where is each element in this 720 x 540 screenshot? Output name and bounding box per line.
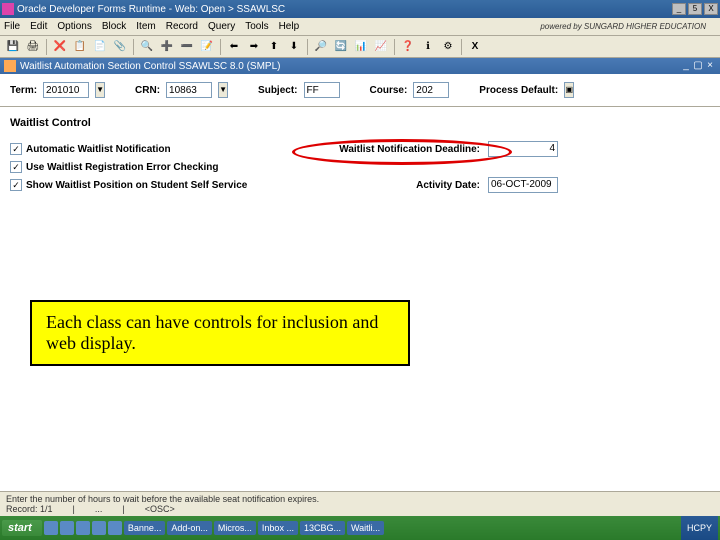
menu-query[interactable]: Query	[208, 21, 235, 32]
separator	[220, 39, 221, 55]
up-icon[interactable]: ⬆	[265, 38, 283, 56]
taskbar-item[interactable]: Add-on...	[167, 521, 212, 535]
remove-icon[interactable]: ➖	[178, 38, 196, 56]
course-input[interactable]	[413, 82, 449, 98]
term-label: Term:	[10, 85, 37, 96]
menu-edit[interactable]: Edit	[30, 21, 47, 32]
menu-bar: File Edit Options Block Item Record Quer…	[0, 18, 720, 36]
term-dropdown[interactable]: ▼	[95, 82, 105, 98]
info-icon[interactable]: ℹ	[419, 38, 437, 56]
auto-notification-label: Automatic Waitlist Notification	[26, 144, 171, 155]
start-button[interactable]: start	[2, 520, 42, 536]
activity-date-input[interactable]: 06-OCT-2009	[488, 177, 558, 193]
crn-label: CRN:	[135, 85, 160, 96]
next-icon[interactable]: ➡	[245, 38, 263, 56]
error-checking-label: Use Waitlist Registration Error Checking	[26, 162, 218, 173]
form-title: Waitlist Automation Section Control SSAW…	[20, 61, 280, 72]
app-icon	[2, 3, 14, 15]
content-area: ✓ Automatic Waitlist Notification Waitli…	[0, 135, 720, 237]
deadline-input[interactable]: 4	[488, 141, 558, 157]
report-icon[interactable]: 📊	[352, 38, 370, 56]
term-input[interactable]	[43, 82, 89, 98]
close-window-button[interactable]: X	[704, 3, 718, 15]
search-icon[interactable]: 🔍	[138, 38, 156, 56]
add-icon[interactable]: ➕	[158, 38, 176, 56]
subject-label: Subject:	[258, 85, 297, 96]
separator	[461, 39, 462, 55]
quick-launch-icon[interactable]	[92, 521, 106, 535]
crn-dropdown[interactable]: ▼	[218, 82, 228, 98]
toolbar: 💾 🖨 ❌ 📋 📄 📎 🔍 ➕ ➖ 📝 ⬅ ➡ ⬆ ⬇ 🔎 🔄 📊 📈 ❓ ℹ …	[0, 36, 720, 58]
quick-launch-icon[interactable]	[44, 521, 58, 535]
exit-icon[interactable]: ❌	[51, 38, 69, 56]
sub-restore-button[interactable]: 5	[688, 3, 702, 15]
quick-launch-icon[interactable]	[60, 521, 74, 535]
record-counter: Record: 1/1	[6, 504, 53, 514]
key-block: Term: ▼ CRN: ▼ Subject: Course: Process …	[0, 74, 720, 107]
process-default-label: Process Default:	[479, 85, 558, 96]
subject-input[interactable]	[304, 82, 340, 98]
menu-item[interactable]: Item	[136, 21, 155, 32]
taskbar-item[interactable]: Inbox ...	[258, 521, 298, 535]
separator	[307, 39, 308, 55]
menu-tools[interactable]: Tools	[245, 21, 268, 32]
rollback-icon[interactable]: 📋	[71, 38, 89, 56]
course-label: Course:	[370, 85, 408, 96]
menu-block[interactable]: Block	[102, 21, 126, 32]
separator	[394, 39, 395, 55]
menu-file[interactable]: File	[4, 21, 20, 32]
separator	[46, 39, 47, 55]
print-icon[interactable]: 🖨	[24, 38, 42, 56]
annotation-callout: Each class can have controls for inclusi…	[30, 300, 410, 366]
section-title: Waitlist Control	[0, 107, 720, 135]
brand-label: powered by SUNGARD HIGHER EDUCATION	[540, 22, 706, 31]
prev-icon[interactable]: ⬅	[225, 38, 243, 56]
activity-date-label: Activity Date:	[300, 180, 480, 191]
separator	[133, 39, 134, 55]
taskbar-item[interactable]: Micros...	[214, 521, 256, 535]
refresh-icon[interactable]: 🔄	[332, 38, 350, 56]
down-icon[interactable]: ⬇	[285, 38, 303, 56]
chart-icon[interactable]: 📈	[372, 38, 390, 56]
quick-launch-icon[interactable]	[108, 521, 122, 535]
select-icon[interactable]: 📄	[91, 38, 109, 56]
show-position-label: Show Waitlist Position on Student Self S…	[26, 180, 247, 191]
taskbar-item[interactable]: Waitli...	[347, 521, 384, 535]
save-icon[interactable]: 💾	[4, 38, 22, 56]
menu-options[interactable]: Options	[57, 21, 91, 32]
form-header: Waitlist Automation Section Control SSAW…	[0, 58, 720, 74]
taskbar-item[interactable]: Banne...	[124, 521, 166, 535]
status-hint: Enter the number of hours to wait before…	[6, 494, 714, 504]
settings-icon[interactable]: ⚙	[439, 38, 457, 56]
callout-text: Each class can have controls for inclusi…	[46, 312, 378, 353]
form-maximize-button[interactable]: ▢	[692, 60, 704, 72]
insert-icon[interactable]: 📎	[111, 38, 129, 56]
tray-label: HCPY	[687, 523, 712, 533]
duplicate-icon[interactable]: 📝	[198, 38, 216, 56]
query-icon[interactable]: 🔎	[312, 38, 330, 56]
auto-notification-checkbox[interactable]: ✓	[10, 143, 22, 155]
menu-help[interactable]: Help	[279, 21, 300, 32]
process-default-button[interactable]: ▣	[564, 82, 574, 98]
minimize-button[interactable]: _	[672, 3, 686, 15]
taskbar-item[interactable]: 13CBG...	[300, 521, 345, 535]
help-icon[interactable]: ❓	[399, 38, 417, 56]
form-icon	[4, 60, 16, 72]
menu-record[interactable]: Record	[166, 21, 198, 32]
error-checking-checkbox[interactable]: ✓	[10, 161, 22, 173]
form-close-button[interactable]: ×	[704, 60, 716, 72]
window-title: Oracle Developer Forms Runtime - Web: Op…	[17, 4, 285, 15]
osc-indicator: <OSC>	[145, 504, 175, 514]
taskbar: start Banne... Add-on... Micros... Inbox…	[0, 516, 720, 540]
show-position-checkbox[interactable]: ✓	[10, 179, 22, 191]
quick-launch-icon[interactable]	[76, 521, 90, 535]
crn-input[interactable]	[166, 82, 212, 98]
window-titlebar: Oracle Developer Forms Runtime - Web: Op…	[0, 0, 720, 18]
deadline-label: Waitlist Notification Deadline:	[300, 144, 480, 155]
close-form-icon[interactable]: X	[466, 38, 484, 56]
system-tray: HCPY	[681, 516, 718, 540]
form-minimize-button[interactable]: _	[680, 60, 692, 72]
status-bar: Enter the number of hours to wait before…	[0, 491, 720, 516]
